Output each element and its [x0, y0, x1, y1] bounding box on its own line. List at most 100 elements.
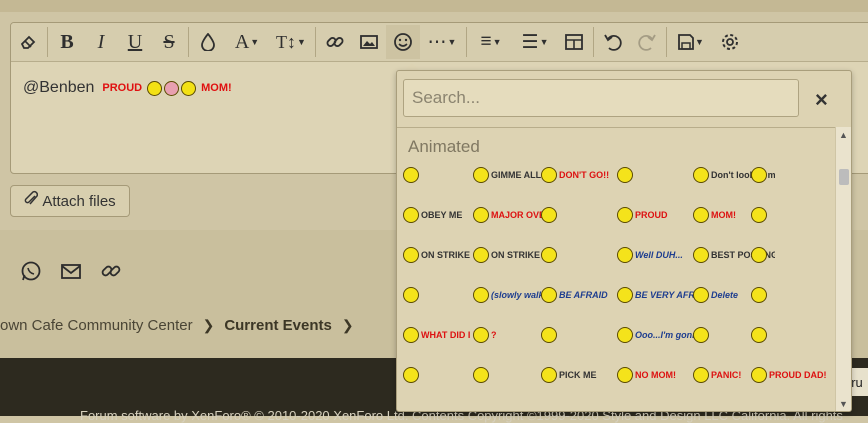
breadcrumb: own Cafe Community Center ❯ Current Even…	[0, 317, 354, 334]
scroll-up-icon[interactable]: ▲	[839, 130, 848, 140]
strikethrough-button[interactable]: S	[152, 25, 186, 59]
smilie-item[interactable]: Well DUH...	[617, 247, 683, 263]
smilie-label: ON STRIKE	[491, 250, 541, 260]
underline-button[interactable]: U	[118, 25, 152, 59]
list-icon[interactable]: ☰ ▼	[513, 25, 557, 59]
attach-files-label: Attach files	[42, 192, 116, 210]
eraser-icon[interactable]	[11, 25, 45, 59]
attach-files-button[interactable]: Attach files	[10, 185, 130, 217]
smilie-item[interactable]: PROUD DAD!	[751, 367, 827, 383]
smilie-item[interactable]: NO MOM!	[617, 367, 676, 383]
smiley-face	[403, 247, 419, 263]
whatsapp-icon[interactable]	[20, 260, 42, 282]
scroll-down-icon[interactable]: ▼	[839, 399, 848, 409]
smilie-item[interactable]	[751, 167, 767, 183]
drafts-icon[interactable]: ▼	[669, 25, 713, 59]
smiley-face	[751, 207, 767, 223]
breadcrumb-item-current[interactable]: Current Events	[224, 317, 332, 334]
smilie-item[interactable]	[751, 287, 767, 303]
smiley-face	[403, 207, 419, 223]
smilie-item[interactable]: DON'T GO!!	[541, 167, 609, 183]
more-icon[interactable]: ⋯ ▼	[420, 25, 464, 59]
chevron-right-icon: ❯	[202, 317, 215, 333]
smilie-item[interactable]: ON STRIKE	[403, 247, 470, 263]
editor-content[interactable]: @Benben PROUD MOM!	[23, 79, 232, 97]
chevron-right-icon: ❯	[341, 317, 354, 333]
toolbar-divider	[315, 27, 316, 57]
smilie-item[interactable]	[751, 207, 767, 223]
smilie-item[interactable]	[751, 247, 767, 263]
smiley-face	[693, 287, 709, 303]
smilie-search-input[interactable]	[403, 79, 799, 117]
smilie-item[interactable]	[751, 327, 767, 343]
toolbar-divider	[593, 27, 594, 57]
mom-label: MOM!	[201, 82, 232, 94]
breadcrumb-item[interactable]: own Cafe Community Center	[0, 317, 193, 334]
more-glyph: ⋯	[427, 31, 447, 53]
smilie-item[interactable]	[473, 367, 489, 383]
redo-icon[interactable]	[630, 25, 664, 59]
undo-icon[interactable]	[596, 25, 630, 59]
chevron-down-icon: ▼	[297, 37, 306, 47]
smiley-face	[693, 367, 709, 383]
link-icon[interactable]	[318, 25, 352, 59]
smiley-face	[541, 327, 557, 343]
smiley-face	[617, 207, 633, 223]
settings-icon[interactable]	[713, 25, 747, 59]
proud-label: PROUD	[102, 82, 143, 94]
font-family-icon[interactable]: A ▼	[225, 25, 269, 59]
smiley-face	[403, 367, 419, 383]
smilie-item[interactable]: ?	[473, 327, 497, 343]
smilie-item[interactable]: Delete	[693, 287, 738, 303]
smilie-item[interactable]: PICK ME	[541, 367, 597, 383]
popup-scrollbar[interactable]: ▲ ▼	[835, 127, 851, 411]
align-icon[interactable]: ≡ ▼	[469, 25, 513, 59]
smilie-icon[interactable]	[386, 25, 420, 59]
smilie-item[interactable]: BE AFRAID	[541, 287, 608, 303]
smilie-item[interactable]	[403, 287, 419, 303]
smilie-item[interactable]	[693, 327, 709, 343]
share-bar	[20, 260, 122, 282]
smilie-item[interactable]: ON STRIKE	[473, 247, 540, 263]
smilie-label: Delete	[711, 290, 739, 300]
smilie-picker: × Animated GIMME ALL YOUR CHOCOLATEDON'T…	[396, 70, 852, 412]
link-icon[interactable]	[100, 260, 122, 282]
smiley-face	[693, 247, 709, 263]
smilie-item[interactable]	[541, 247, 557, 263]
smilie-item[interactable]: PROUD	[617, 207, 668, 223]
text-color-icon[interactable]	[191, 25, 225, 59]
list-glyph: ☰	[521, 31, 539, 53]
smiley-face	[403, 167, 419, 183]
smilie-item[interactable]: Ooo...I'm gonna get you for that...	[617, 327, 699, 343]
close-icon[interactable]: ×	[815, 87, 828, 113]
italic-button[interactable]: I	[84, 25, 118, 59]
smiley-face	[751, 327, 767, 343]
smilie-item[interactable]	[403, 167, 419, 183]
smiley-face	[751, 247, 767, 263]
smilie-item[interactable]	[541, 327, 557, 343]
smiley-face	[751, 367, 767, 383]
smilie-label: ?	[491, 330, 497, 340]
smilie-item[interactable]: OBEY ME	[403, 207, 462, 223]
email-icon[interactable]	[60, 260, 82, 282]
smiley-face	[751, 287, 767, 303]
smilie-item[interactable]	[617, 167, 633, 183]
toolbar-divider	[466, 27, 467, 57]
smilie-label: PROUD DAD!	[769, 370, 827, 380]
smiley-face	[403, 287, 419, 303]
smiley-face	[617, 287, 633, 303]
paperclip-icon	[24, 190, 39, 213]
smilie-item[interactable]	[541, 207, 557, 223]
table-icon[interactable]	[557, 25, 591, 59]
smilie-item[interactable]: MOM!	[693, 207, 736, 223]
smilie-item[interactable]: BE VERY AFRAID!!	[617, 287, 699, 303]
smilie-label: PROUD	[635, 210, 668, 220]
font-size-icon[interactable]: T↕ ▼	[269, 25, 313, 59]
scrollbar-thumb[interactable]	[839, 169, 849, 185]
smiley-face	[473, 367, 489, 383]
smilie-item[interactable]: PANIC!	[693, 367, 741, 383]
bold-button[interactable]: B	[50, 25, 84, 59]
smilie-label: PANIC!	[711, 370, 742, 380]
smilie-item[interactable]	[403, 367, 419, 383]
image-icon[interactable]	[352, 25, 386, 59]
